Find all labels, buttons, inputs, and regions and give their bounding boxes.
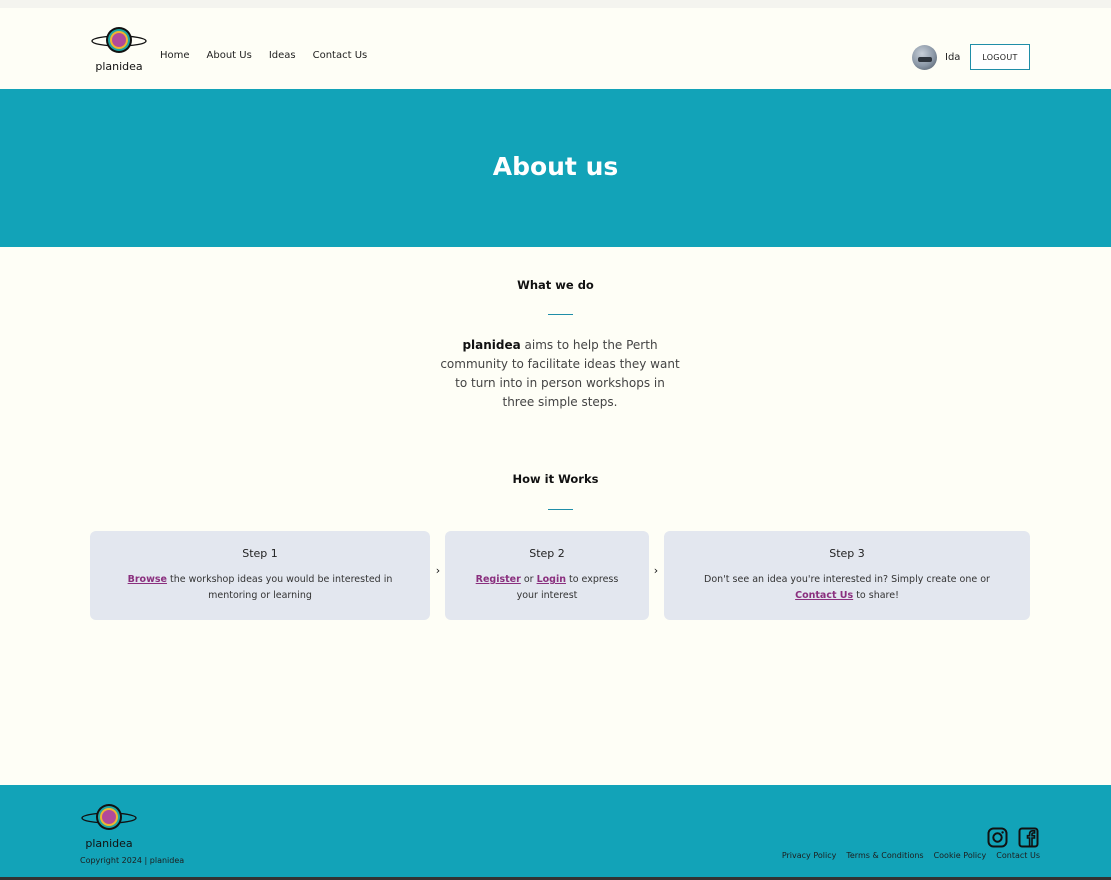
step-text: or [520, 574, 537, 585]
nav-contact-us[interactable]: Contact Us [313, 49, 368, 63]
step-text: the workshop ideas you would be interest… [166, 574, 393, 601]
logout-button[interactable]: LOGOUT [970, 44, 1030, 70]
nav-home[interactable]: Home [160, 49, 190, 63]
browse-link[interactable]: Browse [128, 574, 167, 585]
footer-link-privacy-policy[interactable]: Privacy Policy [782, 851, 837, 860]
chevron-right-icon: › [435, 564, 441, 577]
nav-ideas[interactable]: Ideas [269, 49, 296, 63]
logo-icon [91, 27, 147, 53]
avatar[interactable] [912, 45, 937, 70]
step-description: Don't see an idea you're interested in? … [697, 572, 997, 604]
copyright-text: Copyright 2024 | planidea [80, 856, 185, 865]
login-link[interactable]: Login [537, 574, 566, 585]
register-link[interactable]: Register [476, 574, 521, 585]
contact-us-link[interactable]: Contact Us [795, 590, 853, 601]
step-title: Step 2 [529, 547, 565, 560]
social-links [987, 827, 1039, 848]
chevron-right-icon: › [653, 564, 659, 577]
footer-nav: Privacy Policy Terms & Conditions Cookie… [782, 851, 1040, 860]
footer-logo[interactable]: planidea [80, 803, 140, 853]
logo-icon [81, 804, 137, 830]
section-divider [548, 509, 573, 510]
user-name: Ida [945, 52, 961, 63]
about-description: planidea aims to help the Perth communit… [440, 336, 680, 412]
step-description: Browse the workshop ideas you would be i… [115, 572, 405, 604]
footer-link-terms-conditions[interactable]: Terms & Conditions [846, 851, 923, 860]
user-menu[interactable]: Ida [912, 45, 960, 70]
what-we-do-title: What we do [517, 278, 594, 292]
step-description: Register or Login to express your intere… [467, 572, 627, 604]
page-title: About us [492, 151, 619, 181]
site-header: planidea Home About Us Ideas Contact Us … [0, 0, 1111, 89]
main-nav: Home About Us Ideas Contact Us [160, 49, 384, 63]
site-logo[interactable]: planidea [90, 26, 150, 76]
brand-name: planidea [462, 338, 521, 352]
nav-about-us[interactable]: About Us [207, 49, 252, 63]
step-title: Step 3 [829, 547, 865, 560]
logo-text: planidea [85, 837, 133, 850]
step-text: Don't see an idea you're interested in? … [704, 574, 990, 585]
step-title: Step 1 [242, 547, 278, 560]
footer-link-contact-us[interactable]: Contact Us [996, 851, 1040, 860]
facebook-icon[interactable] [1018, 827, 1039, 848]
site-footer: planidea Copyright 2024 | planidea Priva… [0, 785, 1111, 880]
step-card-3: Step 3 Don't see an idea you're interest… [664, 531, 1030, 620]
step-card-2: Step 2 Register or Login to express your… [445, 531, 649, 620]
hero-banner: About us [0, 89, 1111, 247]
step-card-1: Step 1 Browse the workshop ideas you wou… [90, 531, 430, 620]
footer-link-cookie-policy[interactable]: Cookie Policy [934, 851, 987, 860]
instagram-icon[interactable] [987, 827, 1008, 848]
how-it-works-title: How it Works [512, 472, 599, 486]
section-divider [548, 314, 573, 315]
logo-text: planidea [95, 60, 143, 73]
step-text: to share! [853, 590, 899, 601]
